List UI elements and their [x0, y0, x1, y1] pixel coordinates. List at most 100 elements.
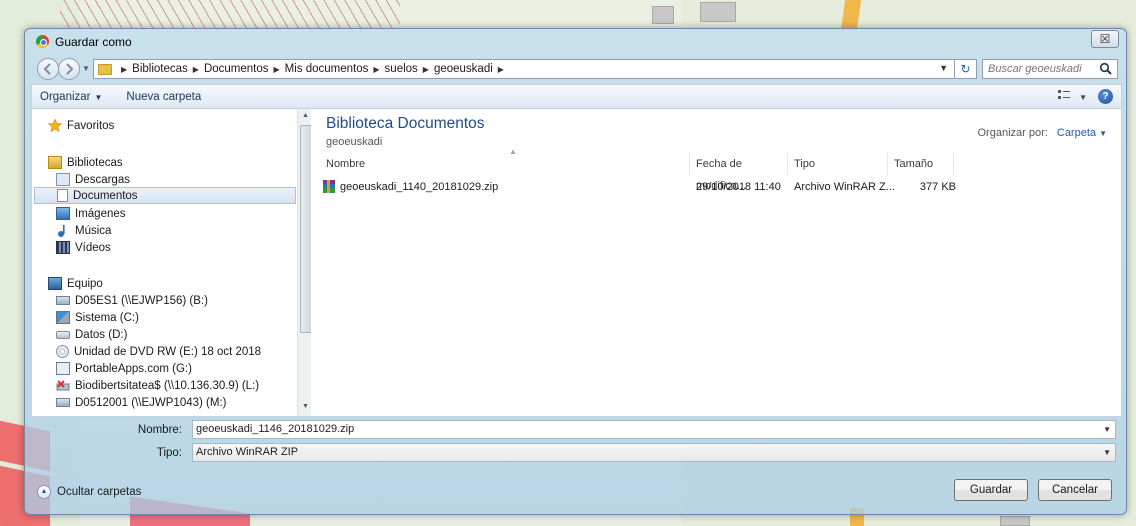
- network-drive-icon: [56, 296, 70, 305]
- filetype-row: Tipo: Archivo WinRAR ZIP ▼: [25, 442, 1128, 464]
- address-bar[interactable]: ▶ Bibliotecas ▶ Documentos ▶ Mis documen…: [93, 59, 955, 79]
- chevron-right-icon: ▶: [422, 64, 429, 74]
- nav-drive-d[interactable]: Datos (D:): [56, 326, 127, 343]
- map-road: [840, 0, 862, 30]
- nav-item-label: PortableApps.com (G:): [75, 362, 192, 375]
- downloads-icon: [56, 173, 70, 186]
- file-list-pane: Biblioteca Documentos geoeuskadi Organiz…: [314, 109, 1121, 416]
- breadcrumb-documentos[interactable]: Documentos: [204, 63, 269, 75]
- new-folder-button[interactable]: Nueva carpeta: [126, 91, 201, 103]
- organize-menu-button[interactable]: Organizar ▼: [40, 91, 102, 103]
- winrar-archive-icon: [323, 180, 335, 193]
- organize-label: Organizar: [40, 90, 91, 103]
- map-building: [1000, 516, 1030, 526]
- scroll-thumb[interactable]: [300, 125, 311, 333]
- filename-row: Nombre: geoeuskadi_1146_20181029.zip ▼: [25, 419, 1128, 441]
- nav-item-label: Sistema (C:): [75, 311, 139, 324]
- computer-icon: [48, 277, 62, 290]
- music-icon: [58, 225, 65, 237]
- save-button[interactable]: Guardar: [954, 479, 1028, 501]
- pictures-icon: [56, 207, 70, 220]
- cancel-button[interactable]: Cancelar: [1038, 479, 1112, 501]
- chevron-right-icon: ▶: [497, 64, 504, 74]
- breadcrumb-bibliotecas[interactable]: Bibliotecas: [132, 63, 188, 75]
- nav-drive-g[interactable]: PortableApps.com (G:): [56, 360, 192, 377]
- window-title: Guardar como: [55, 35, 132, 49]
- filename-input[interactable]: geoeuskadi_1146_20181029.zip ▼: [192, 420, 1116, 439]
- dvd-icon: [56, 345, 69, 358]
- command-toolbar: Organizar ▼ Nueva carpeta ▼ ?: [31, 84, 1122, 108]
- nav-item-label: D05ES1 (\\EJWP156) (B:): [75, 294, 208, 307]
- chevron-down-icon[interactable]: ▼: [1103, 421, 1111, 438]
- back-button[interactable]: [37, 58, 59, 80]
- nav-libraries[interactable]: Bibliotecas: [48, 154, 123, 171]
- scroll-up-icon[interactable]: ▲: [302, 112, 309, 119]
- nav-drive-c[interactable]: Sistema (C:): [56, 309, 139, 326]
- nav-item-label: Descargas: [75, 173, 130, 186]
- nav-item-label: Música: [75, 224, 112, 237]
- filetype-label: Tipo:: [156, 447, 182, 459]
- map-building: [652, 6, 674, 24]
- search-input[interactable]: [983, 60, 1093, 78]
- column-header-name[interactable]: Nombre: [320, 153, 690, 175]
- nav-drive-b[interactable]: D05ES1 (\\EJWP156) (B:): [56, 292, 208, 309]
- filetype-value: Archivo WinRAR ZIP: [196, 446, 299, 458]
- nav-library-descargas[interactable]: Descargas: [56, 171, 130, 188]
- address-dropdown[interactable]: ▼: [939, 63, 948, 73]
- nav-computer[interactable]: Equipo: [48, 275, 103, 292]
- star-icon: [48, 119, 62, 132]
- document-icon: [57, 189, 68, 202]
- file-row[interactable]: geoeuskadi_1140_20181029.zip 29/10/2018 …: [320, 177, 960, 197]
- column-header-type[interactable]: Tipo: [788, 153, 888, 175]
- network-drive-icon: [56, 398, 70, 407]
- column-header-size[interactable]: Tamaño: [888, 153, 954, 175]
- breadcrumb-geoeuskadi[interactable]: geoeuskadi: [434, 63, 493, 75]
- scroll-down-icon[interactable]: ▼: [302, 403, 309, 410]
- nav-library-imagenes[interactable]: Imágenes: [56, 205, 126, 222]
- nav-library-videos[interactable]: Vídeos: [56, 239, 111, 256]
- column-header-date[interactable]: Fecha de modifica...: [690, 153, 788, 192]
- chevron-up-icon: ▲: [37, 485, 51, 499]
- filename-label: Nombre:: [137, 424, 182, 436]
- library-subtitle: geoeuskadi: [326, 136, 383, 148]
- save-as-dialog: Guardar como ☒ ▼ ▶ Bibliotecas ▶ Documen…: [24, 28, 1127, 515]
- nav-library-documentos[interactable]: Documentos: [34, 187, 296, 204]
- view-options-button[interactable]: ▼: [1058, 90, 1087, 103]
- filetype-select[interactable]: Archivo WinRAR ZIP ▼: [192, 443, 1116, 462]
- nav-favorites-label: Favoritos: [67, 119, 115, 132]
- refresh-button[interactable]: ↻: [955, 59, 977, 79]
- close-button[interactable]: ☒: [1091, 30, 1119, 48]
- forward-button[interactable]: [58, 58, 80, 80]
- arrange-by: Organizar por: Carpeta ▼: [978, 127, 1108, 139]
- breadcrumb-mis-documentos[interactable]: Mis documentos: [285, 63, 369, 75]
- arrange-by-dropdown[interactable]: Carpeta ▼: [1057, 127, 1107, 139]
- folder-icon: [98, 63, 112, 75]
- hard-drive-icon: [56, 330, 70, 339]
- map-hatched-area: [60, 0, 400, 30]
- breadcrumb-suelos[interactable]: suelos: [385, 63, 418, 75]
- nav-library-musica[interactable]: Música: [56, 222, 111, 239]
- nav-computer-label: Equipo: [67, 277, 103, 290]
- nav-item-label: Documentos: [73, 189, 138, 202]
- recent-pages-dropdown[interactable]: ▼: [82, 64, 90, 73]
- nav-item-label: Unidad de DVD RW (E:) 18 oct 2018: [74, 345, 262, 358]
- chevron-down-icon[interactable]: ▼: [1103, 444, 1111, 461]
- nav-drive-l[interactable]: Biodibertsitatea$ (\\10.136.30.9) (L:): [56, 377, 259, 394]
- hide-folders-button[interactable]: ▲ Ocultar carpetas: [37, 485, 141, 499]
- nav-drive-e[interactable]: Unidad de DVD RW (E:) 18 oct 2018: [56, 343, 261, 360]
- nav-item-label: Vídeos: [75, 241, 111, 254]
- arrange-by-value: Carpeta: [1056, 127, 1097, 139]
- nav-scrollbar[interactable]: ▲ ▼: [297, 109, 311, 416]
- hide-folders-label: Ocultar carpetas: [57, 486, 142, 498]
- file-size: 377 KB: [919, 181, 956, 193]
- help-icon[interactable]: ?: [1098, 89, 1113, 104]
- search-icon[interactable]: [1099, 62, 1113, 76]
- file-type: Archivo WinRAR Z...: [794, 181, 895, 193]
- arrow-left-icon: [43, 63, 51, 75]
- nav-favorites[interactable]: Favoritos: [48, 117, 114, 134]
- nav-item-label: Imágenes: [75, 207, 126, 220]
- search-box: [982, 59, 1118, 79]
- map-building: [700, 2, 736, 22]
- file-name: geoeuskadi_1140_20181029.zip: [340, 181, 499, 193]
- nav-drive-m[interactable]: D0512001 (\\EJWP1043) (M:): [56, 394, 226, 411]
